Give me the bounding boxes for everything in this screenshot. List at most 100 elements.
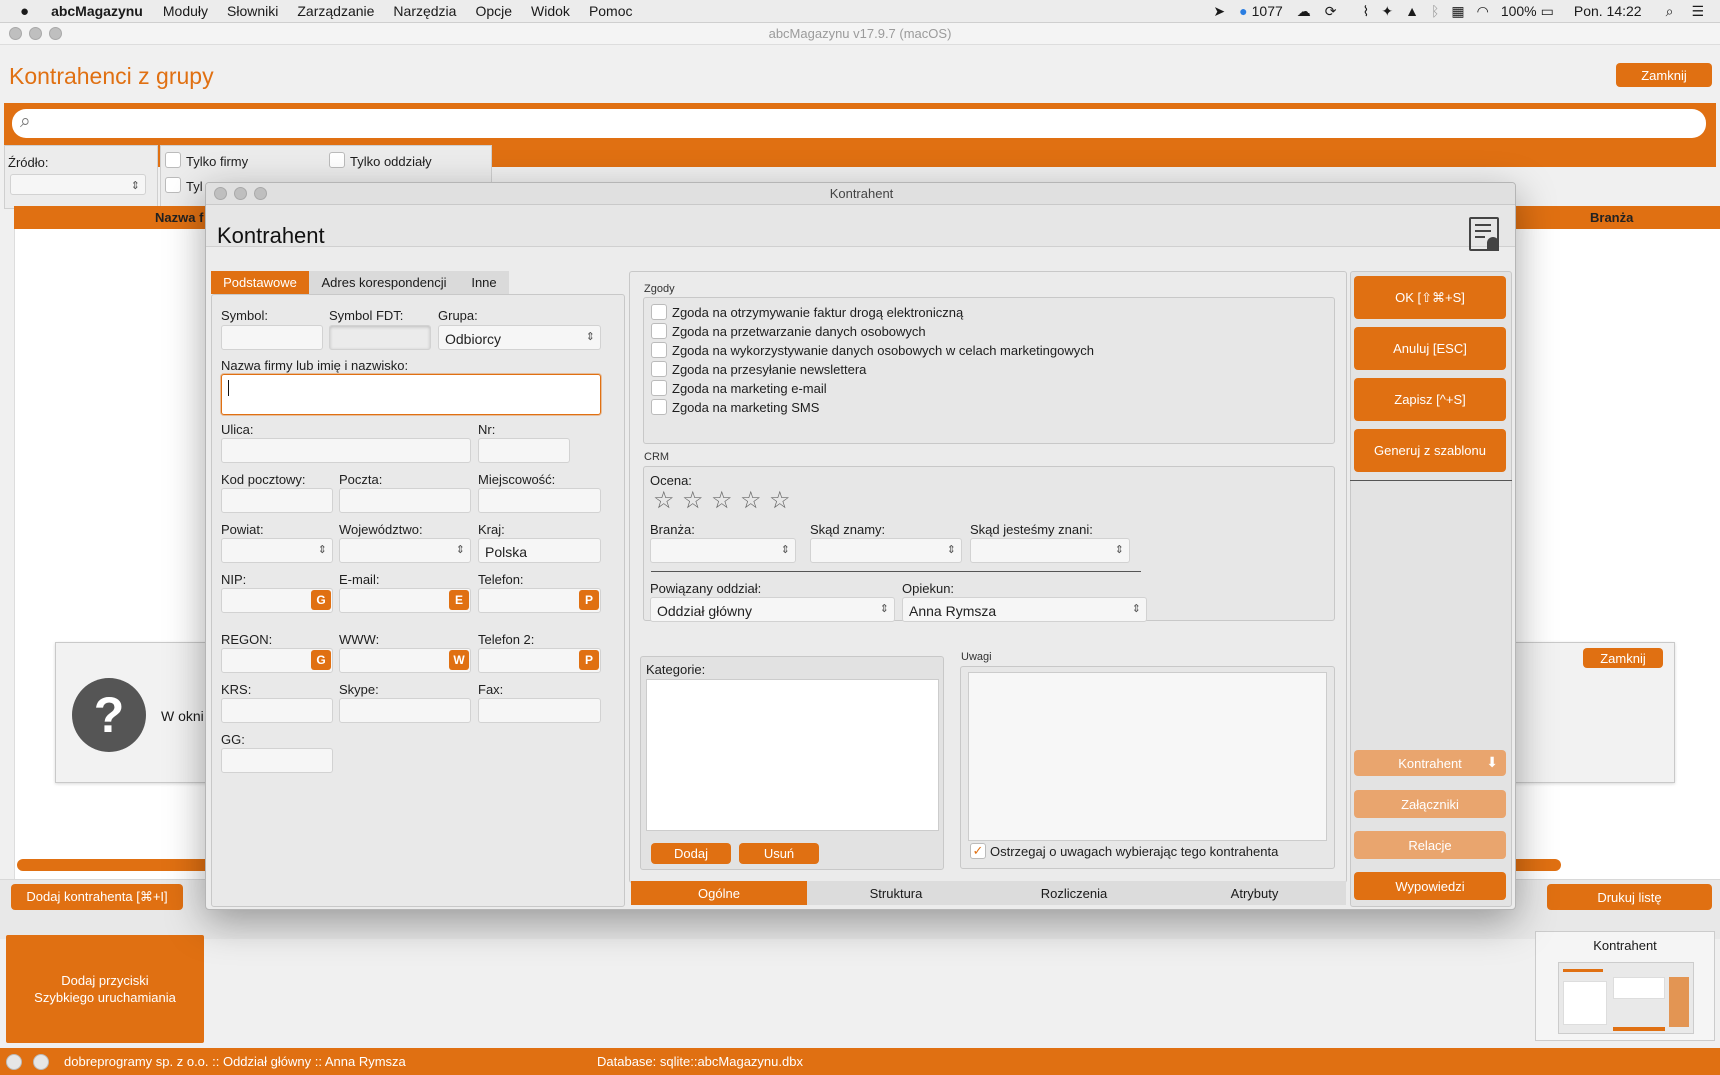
menu-item-moduly[interactable]: Moduły: [163, 3, 208, 19]
phone-call-button[interactable]: P: [579, 590, 599, 610]
help-close-button[interactable]: Zamknij: [1583, 648, 1663, 668]
crm-industry-select[interactable]: [650, 538, 796, 563]
tab-ogolne[interactable]: Ogólne: [631, 881, 807, 905]
voivodeship-select[interactable]: [339, 538, 471, 563]
fax-field[interactable]: [478, 698, 601, 723]
rating-star-3-icon[interactable]: ☆: [711, 486, 733, 515]
symbol-field[interactable]: [221, 325, 323, 350]
close-button[interactable]: Zamknij: [1616, 63, 1712, 87]
statements-button[interactable]: Wypowiedzi: [1354, 872, 1506, 900]
location-icon[interactable]: ➤: [1213, 3, 1225, 20]
www-open-button[interactable]: W: [449, 650, 469, 670]
add-category-button[interactable]: Dodaj: [651, 843, 731, 864]
remove-category-button[interactable]: Usuń: [739, 843, 819, 864]
extra-checkbox-label: Tyl: [186, 179, 203, 194]
district-select[interactable]: [221, 538, 333, 563]
country-field[interactable]: Polska: [478, 538, 601, 563]
print-list-button[interactable]: Drukuj listę: [1547, 884, 1712, 910]
menu-item-opcje[interactable]: Opcje: [475, 3, 512, 19]
tab-podstawowe[interactable]: Podstawowe: [211, 271, 309, 294]
sync-icon[interactable]: ⟳: [1325, 3, 1337, 20]
skype-field[interactable]: [339, 698, 471, 723]
battery-percent[interactable]: 100%: [1501, 3, 1537, 19]
clock[interactable]: Pon. 14:22: [1574, 3, 1642, 19]
column-branza[interactable]: Branża: [1590, 210, 1633, 225]
search-input[interactable]: ⌕: [12, 109, 1706, 138]
number-field[interactable]: [478, 438, 570, 463]
menu-item-pomoc[interactable]: Pomoc: [589, 3, 633, 19]
quick-launch-button[interactable]: Dodaj przyciski Szybkiego uruchamiania: [6, 935, 204, 1043]
window-thumbnail[interactable]: Kontrahent: [1535, 931, 1715, 1041]
generate-template-button[interactable]: Generuj z szablonu: [1354, 429, 1506, 472]
bell-icon[interactable]: ▲: [1405, 3, 1419, 19]
only-companies-checkbox[interactable]: [165, 152, 181, 168]
source-select[interactable]: [10, 174, 146, 195]
symbol-fdt-field: [329, 325, 431, 350]
city-field[interactable]: [478, 488, 601, 513]
tab-atrybuty[interactable]: Atrybuty: [1163, 881, 1346, 905]
postcode-field[interactable]: [221, 488, 333, 513]
menu-bar: ● abcMagazynu Moduły Słowniki Zarządzani…: [0, 0, 1720, 23]
menu-item-widok[interactable]: Widok: [531, 3, 570, 19]
cloud-icon[interactable]: ☁: [1297, 3, 1311, 20]
contact-card-icon: [1469, 217, 1499, 251]
attachments-button: Załączniki: [1354, 790, 1506, 818]
bluetooth-icon[interactable]: ᛒ: [1431, 3, 1439, 19]
known-by-select[interactable]: [970, 538, 1130, 563]
menu-app-name[interactable]: abcMagazynu: [51, 3, 143, 19]
notification-count[interactable]: 1077: [1252, 3, 1283, 19]
menu-item-slowniki[interactable]: Słowniki: [227, 3, 278, 19]
notes-textarea[interactable]: [968, 672, 1327, 841]
search-icon[interactable]: ⌕: [1666, 3, 1674, 20]
mail-icon[interactable]: ●: [1239, 3, 1247, 19]
phone2-call-button[interactable]: P: [579, 650, 599, 670]
keyboard-icon[interactable]: ▦: [1451, 3, 1464, 20]
rating-star-4-icon[interactable]: ☆: [740, 486, 762, 515]
save-button[interactable]: Zapisz [^+S]: [1354, 378, 1506, 421]
rating-star-2-icon[interactable]: ☆: [682, 486, 704, 515]
krs-field[interactable]: [221, 698, 333, 723]
consent-einvoice-checkbox[interactable]: [651, 304, 667, 320]
list-icon[interactable]: ☰: [1691, 3, 1704, 20]
column-name[interactable]: Nazwa f: [155, 210, 203, 225]
wifi-icon[interactable]: ◠: [1477, 3, 1489, 20]
contractor-dialog: Kontrahent Kontrahent Podstawowe Adres k…: [205, 182, 1516, 910]
post-office-field[interactable]: [339, 488, 471, 513]
street-field[interactable]: [221, 438, 471, 463]
name-field[interactable]: [221, 374, 601, 415]
consent-sms-marketing-checkbox[interactable]: [651, 399, 667, 415]
battery-icon[interactable]: ▭: [1541, 3, 1554, 20]
categories-list[interactable]: [646, 679, 939, 831]
tab-struktura[interactable]: Struktura: [807, 881, 985, 905]
gg-field[interactable]: [221, 748, 333, 773]
cancel-button[interactable]: Anuluj [ESC]: [1354, 327, 1506, 370]
consent-newsletter-checkbox[interactable]: [651, 361, 667, 377]
tab-adres-korespondencji[interactable]: Adres korespondencji: [309, 271, 459, 294]
group-select[interactable]: Odbiorcy: [438, 325, 601, 350]
caretaker-select[interactable]: Anna Rymsza: [902, 597, 1147, 622]
nip-gus-button[interactable]: G: [311, 590, 331, 610]
menu-item-zarzadzanie[interactable]: Zarządzanie: [297, 3, 374, 19]
apple-icon[interactable]: ●: [20, 3, 29, 20]
regon-gus-button[interactable]: G: [311, 650, 331, 670]
notes-warn-checkbox[interactable]: ✓: [970, 843, 986, 859]
known-from-select[interactable]: [810, 538, 962, 563]
rating-star-1-icon[interactable]: ☆: [653, 486, 675, 515]
paperclip-icon[interactable]: ⌇: [1363, 3, 1370, 20]
rating-star-5-icon[interactable]: ☆: [769, 486, 791, 515]
tab-rozliczenia[interactable]: Rozliczenia: [985, 881, 1163, 905]
consent-email-marketing-checkbox[interactable]: [651, 380, 667, 396]
ok-button[interactable]: OK [⇧⌘+S]: [1354, 276, 1506, 319]
extra-checkbox[interactable]: [165, 177, 181, 193]
status-toggle-2[interactable]: [33, 1054, 49, 1070]
tool-icon[interactable]: ✦: [1381, 3, 1393, 20]
tab-inne[interactable]: Inne: [459, 271, 509, 294]
status-toggle-1[interactable]: [6, 1054, 22, 1070]
consent-marketing-data-checkbox[interactable]: [651, 342, 667, 358]
add-contractor-button[interactable]: Dodaj kontrahenta [⌘+I]: [11, 884, 183, 910]
email-send-button[interactable]: E: [449, 590, 469, 610]
menu-item-narzedzia[interactable]: Narzędzia: [393, 3, 456, 19]
linked-branch-select[interactable]: Oddział główny: [650, 597, 895, 622]
only-branches-checkbox[interactable]: [329, 152, 345, 168]
consent-personal-data-checkbox[interactable]: [651, 323, 667, 339]
